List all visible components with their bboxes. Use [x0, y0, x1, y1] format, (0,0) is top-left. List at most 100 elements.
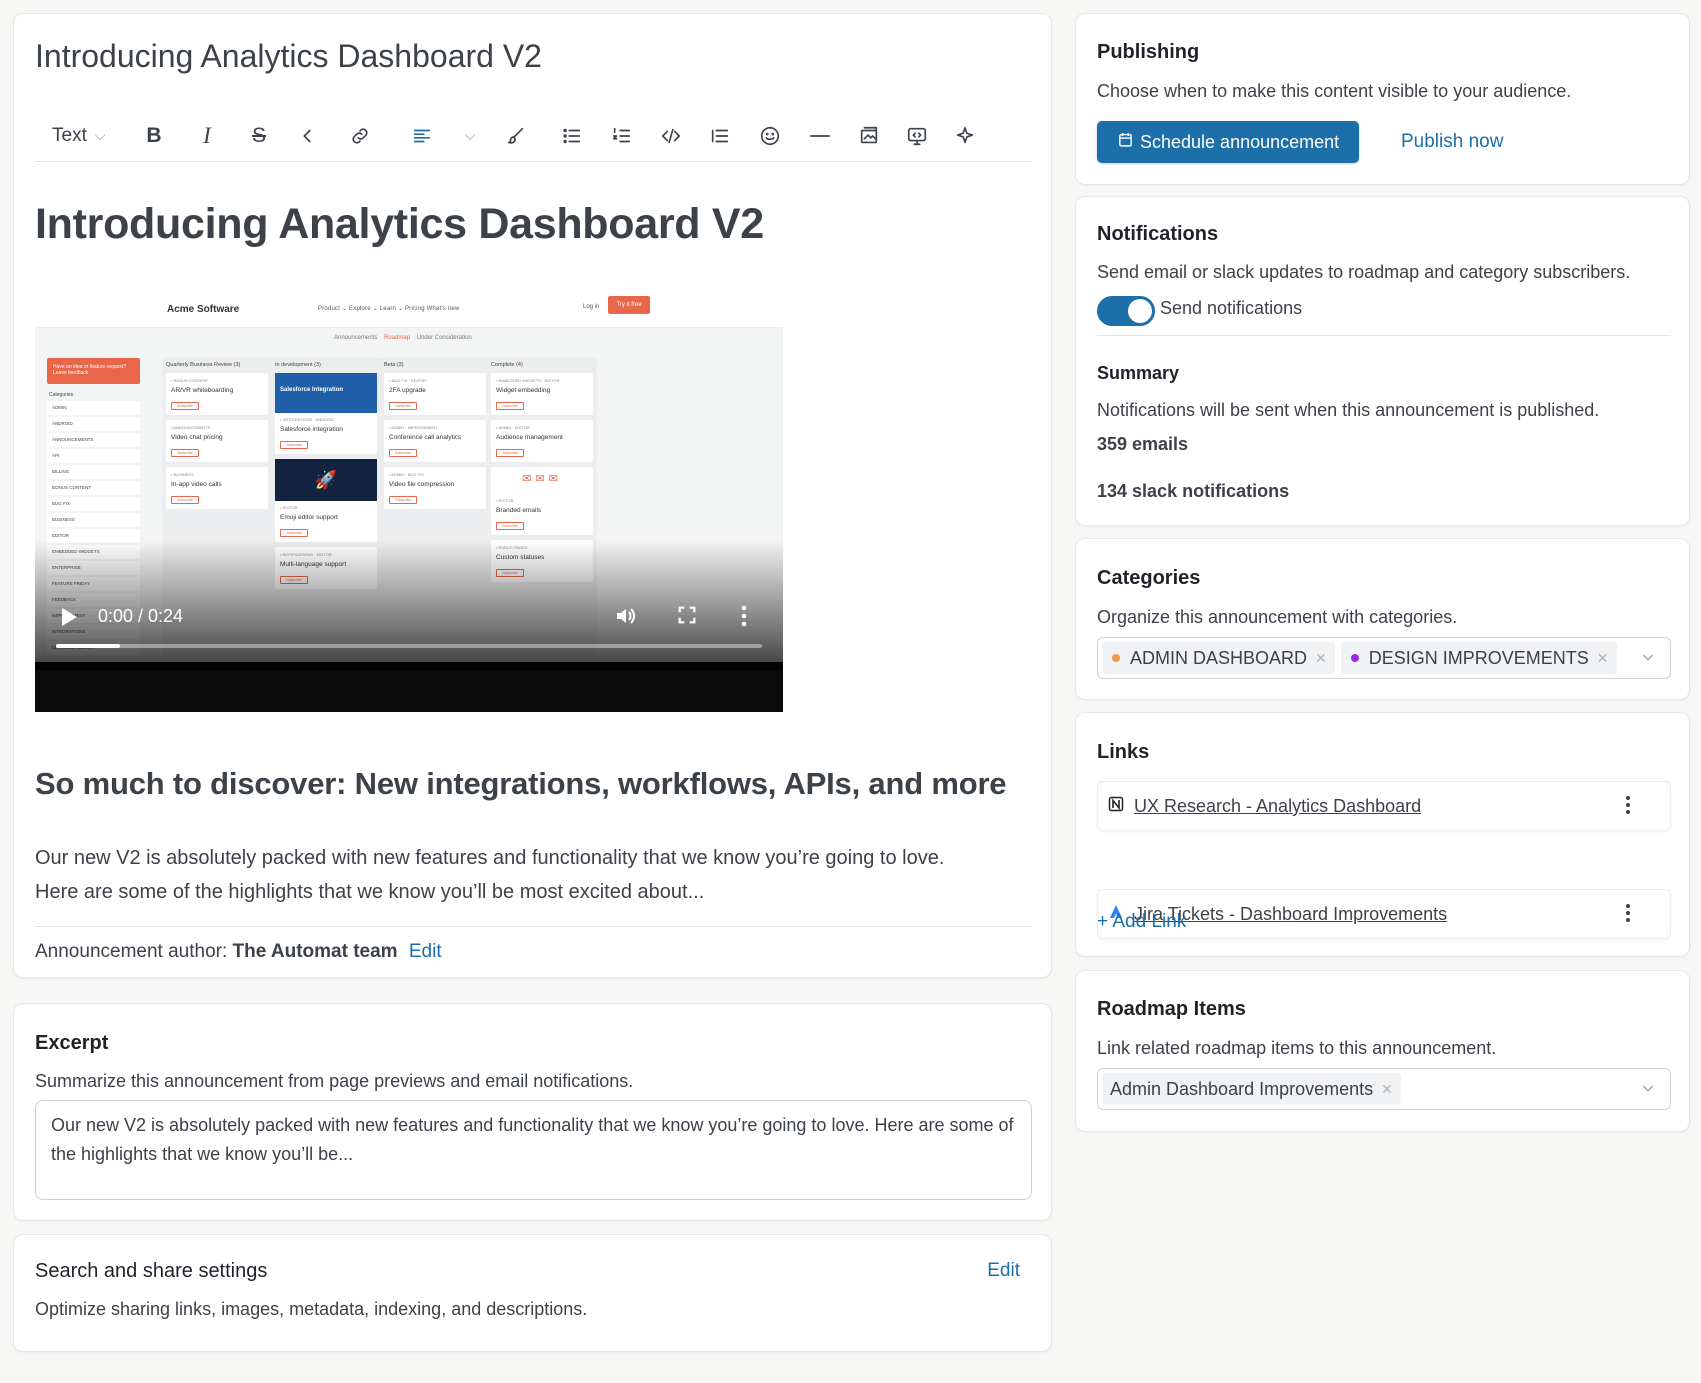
preview-column-title: Beta (3) [384, 362, 404, 368]
align-left-icon[interactable] [389, 110, 455, 162]
chevron-down-icon[interactable]: ⌵ [455, 110, 485, 162]
preview-brand: Acme Software [167, 304, 240, 315]
horizontal-rule-icon[interactable] [795, 110, 845, 162]
preview-subscribe-button: Subscribe [496, 522, 524, 530]
strikethrough-icon[interactable]: S [233, 110, 285, 162]
more-options-icon[interactable] [740, 604, 748, 633]
text-style-dropdown[interactable]: Text ⌵ [35, 110, 127, 162]
notifications-card: Notifications Send email or slack update… [1075, 196, 1690, 526]
preview-subscribe-button: Subscribe [496, 449, 524, 457]
preview-feedback-button: Have an idea or feature request? Leave f… [47, 358, 140, 384]
preview-card-tag: • INTEGRATIONS · ANDROID [280, 417, 334, 422]
preview-login: Log in [583, 304, 600, 310]
preview-card: Salesforce Integration • INTEGRATIONS · A… [275, 373, 377, 454]
volume-icon[interactable] [613, 604, 637, 633]
video-progress-bar[interactable] [56, 644, 762, 648]
preview-card: ✉✉✉ • EDITOR Branded emails Subscribe [491, 467, 593, 535]
preview-subscribe-button: Subscribe [496, 402, 524, 410]
toggle-knob [1128, 299, 1152, 323]
link-item[interactable]: UX Research - Analytics Dashboard [1097, 781, 1671, 831]
preview-subscribe-button: Subscribe [171, 496, 199, 504]
preview-column-title: In development (3) [275, 362, 321, 368]
link-icon[interactable] [331, 110, 389, 162]
notifications-title: Notifications [1097, 223, 1219, 245]
preview-card-title: Widget embedding [496, 387, 551, 394]
calendar-icon [1117, 131, 1134, 153]
category-chip: DESIGN IMPROVEMENTS ✕ [1340, 642, 1617, 674]
blockquote-icon[interactable] [695, 110, 745, 162]
preview-card-title: Emoji editor support [280, 514, 338, 521]
notifications-description: Send email or slack updates to roadmap a… [1097, 262, 1631, 282]
paragraph-line: Here are some of the highlights that we … [35, 881, 705, 903]
category-color-dot [1350, 654, 1359, 662]
preview-navbar: Acme Software Product ⌄ Explore ⌄ Learn … [35, 290, 783, 328]
image-gallery-icon[interactable] [845, 110, 893, 162]
video-player[interactable]: Acme Software Product ⌄ Explore ⌄ Learn … [35, 290, 783, 712]
author-edit-link[interactable]: Edit [409, 941, 442, 962]
preview-card-tag: • EMBEDDED WIDGETS · EDITOR [496, 378, 560, 383]
link-item-label[interactable]: UX Research - Analytics Dashboard [1134, 796, 1421, 817]
schedule-announcement-button[interactable]: Schedule announcement [1097, 121, 1360, 163]
italic-icon[interactable]: I [181, 110, 233, 162]
excerpt-textarea[interactable]: Our new V2 is absolutely packed with new… [35, 1100, 1032, 1200]
title-input[interactable]: Introducing Analytics Dashboard V2 [35, 38, 542, 75]
chevron-left-icon[interactable] [285, 110, 331, 162]
envelope-icon: ✉✉✉ [522, 473, 562, 485]
preview-card-title: Salesforce integration [280, 426, 343, 433]
content-paragraph[interactable]: Our new V2 is absolutely packed with new… [35, 841, 1035, 909]
preview-card-title: Conference call analytics [389, 434, 462, 441]
preview-card: • ADMIN · EDITOR Audience management Subsc… [491, 420, 593, 462]
roadmap-items-select[interactable]: Admin Dashboard Improvements ✕ [1097, 1068, 1671, 1110]
text-style-label: Text [52, 124, 87, 146]
preview-card-title: Audience management [496, 434, 563, 441]
category-chip-label: DESIGN IMPROVEMENTS [1368, 647, 1589, 668]
editor-card: Introducing Analytics Dashboard V2 Text … [13, 13, 1052, 978]
add-link-button[interactable]: + Add Link [1097, 911, 1186, 933]
more-options-icon[interactable] [1626, 904, 1630, 925]
bullet-list-icon[interactable] [547, 110, 597, 162]
divider [1097, 335, 1671, 336]
preview-card-tag: • EDITOR [496, 498, 514, 503]
send-notifications-toggle[interactable] [1097, 296, 1155, 326]
preview-card-tag: • ANNOUNCEMENTS [171, 425, 211, 430]
brush-icon[interactable] [485, 110, 547, 162]
chevron-down-icon[interactable] [1640, 1080, 1656, 1101]
excerpt-description: Summarize this announcement from page pr… [35, 1071, 634, 1091]
numbered-list-icon[interactable] [597, 110, 647, 162]
preview-category-item: BUSINESS [47, 513, 140, 527]
remove-icon[interactable]: ✕ [1381, 1081, 1393, 1098]
remove-icon[interactable]: ✕ [1315, 650, 1327, 667]
links-title: Links [1097, 741, 1150, 763]
more-options-icon[interactable] [1626, 796, 1630, 817]
preview-card: • BUSINESS In-app video calls Subscribe [166, 467, 268, 509]
bold-icon[interactable]: B [127, 110, 181, 162]
categories-select[interactable]: ADMIN DASHBOARD ✕ DESIGN IMPROVEMENTS ✕ [1097, 637, 1671, 679]
publish-now-link[interactable]: Publish now [1401, 131, 1503, 153]
fullscreen-icon[interactable] [676, 604, 698, 631]
chevron-down-icon[interactable] [1640, 649, 1656, 670]
emoji-icon[interactable] [745, 110, 795, 162]
content-heading[interactable]: Introducing Analytics Dashboard V2 [35, 200, 764, 249]
embed-icon[interactable] [893, 110, 941, 162]
search-share-edit-link[interactable]: Edit [987, 1260, 1020, 1282]
remove-icon[interactable]: ✕ [1597, 650, 1609, 667]
ai-sparkle-icon[interactable] [941, 110, 989, 162]
paragraph-line: Our new V2 is absolutely packed with new… [35, 847, 945, 869]
preview-card-banner: Salesforce Integration [275, 373, 377, 413]
code-icon[interactable] [647, 110, 695, 162]
preview-category-item: BILLING [47, 465, 140, 479]
preview-card: • ADMIN · BUG FIX Video file compression S… [384, 467, 486, 509]
preview-card: • ANNOUNCEMENTS Video chat pricing Subscri… [166, 420, 268, 462]
preview-card-tag: • BONUS CONTENT [171, 378, 209, 383]
categories-description: Organize this announcement with categori… [1097, 607, 1458, 627]
preview-card-tag: • ADMIN · EDITOR [496, 425, 530, 430]
category-chip-label: ADMIN DASHBOARD [1130, 647, 1308, 668]
preview-card-tag: • ADMIN · BUG FIX [389, 472, 424, 477]
preview-card-title: Video chat pricing [171, 434, 223, 441]
notion-icon [1108, 796, 1124, 817]
author-row: Announcement author: The Automat team Ed… [35, 926, 1032, 963]
content-subheading[interactable]: So much to discover: New integrations, w… [35, 766, 1007, 802]
play-icon[interactable] [59, 606, 79, 633]
roadmap-items-card: Roadmap Items Link related roadmap items… [1075, 970, 1690, 1132]
chevron-down-icon: ⌵ [94, 127, 106, 143]
